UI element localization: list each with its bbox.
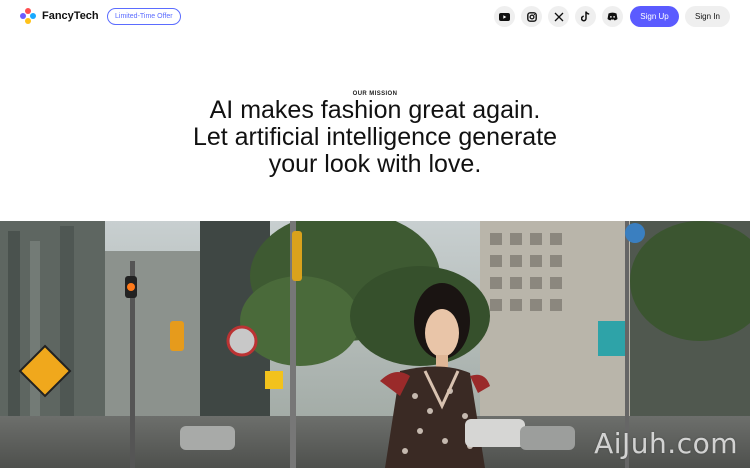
sign-up-button[interactable]: Sign Up [630,6,679,27]
social-links [494,6,629,27]
headline-line-3: your look with love. [268,150,482,178]
top-navigation-bar: FancyTech Limited-Time Offer Sign Up Sig… [0,0,750,34]
fancytech-logo-icon [20,8,36,24]
discord-icon[interactable] [602,6,623,27]
sign-in-button[interactable]: Sign In [685,6,730,27]
hero-fashion-image: AiJuh.com [0,221,750,468]
x-icon[interactable] [548,6,569,27]
instagram-icon[interactable] [521,6,542,27]
watermark-text: AiJuh.com [594,427,738,460]
tiktok-icon[interactable] [575,6,596,27]
mission-headline: AI makes fashion great again. Let artifi… [0,97,750,178]
limited-time-offer-badge[interactable]: Limited-Time Offer [107,8,181,25]
youtube-icon[interactable] [494,6,515,27]
headline-line-1: AI makes fashion great again. [209,96,541,124]
headline-line-2: Let artificial intelligence generate [192,123,558,151]
brand-name: FancyTech [42,10,99,22]
brand-logo-link[interactable]: FancyTech [20,8,99,24]
